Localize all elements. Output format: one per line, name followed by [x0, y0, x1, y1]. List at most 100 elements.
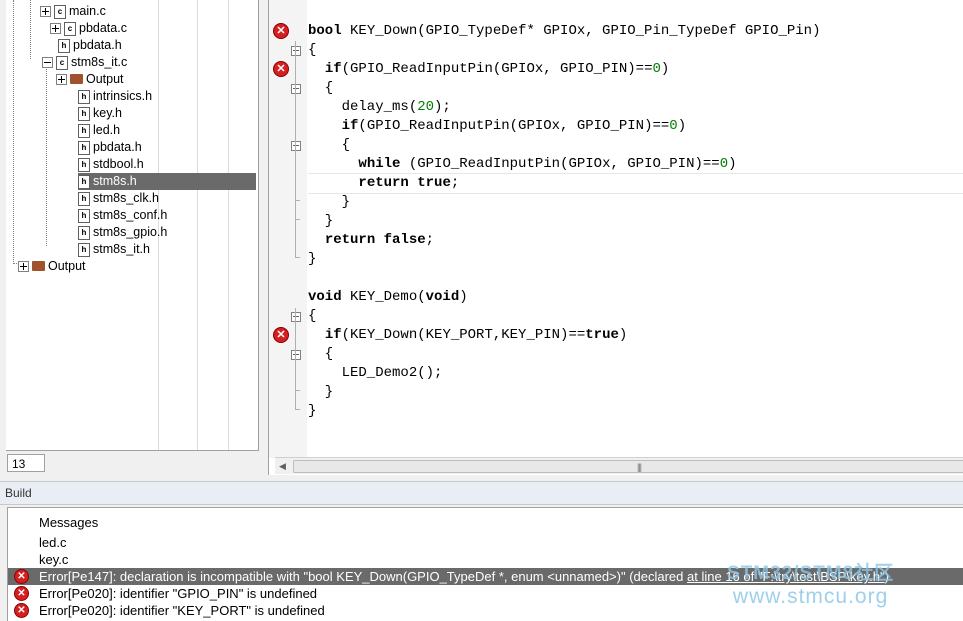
code-line[interactable]: return true; [308, 174, 459, 193]
fold-collapse-icon[interactable] [291, 84, 301, 94]
message-text: Error[Pe020]: identifier "KEY_PORT" is u… [39, 603, 325, 618]
code-line[interactable]: } [308, 250, 316, 269]
build-title: Build [5, 486, 32, 500]
line-number-box: 13 [7, 454, 45, 472]
tree-item[interactable]: h stm8s_clk.h [78, 190, 159, 207]
tree-item-label: main.c [69, 4, 106, 18]
code-line[interactable]: if(GPIO_ReadInputPin(GPIOx, GPIO_PIN)==0… [308, 117, 686, 136]
code-line[interactable]: } [308, 193, 350, 212]
code-line[interactable]: { [308, 307, 316, 326]
tree-item[interactable]: Output [18, 258, 86, 275]
tree-item[interactable]: h led.h [78, 122, 120, 139]
tree-item[interactable]: h stm8s_gpio.h [78, 224, 167, 241]
tree-item-label: stm8s_it.h [93, 242, 150, 256]
tree-item-label: stm8s_conf.h [93, 208, 168, 222]
tree-item-label: stdbool.h [93, 157, 144, 171]
fold-collapse-icon[interactable] [291, 141, 301, 151]
collapse-minus-icon[interactable] [42, 57, 53, 69]
tree-item[interactable]: c stm8s_it.c [42, 54, 127, 71]
watermark-line1: STM32/STM8社区 [727, 563, 895, 584]
code-line[interactable]: } [308, 383, 333, 402]
fold-collapse-icon[interactable] [291, 350, 301, 360]
scrollbar-thumb[interactable]: ||| [293, 460, 963, 473]
expand-plus-icon[interactable] [56, 74, 67, 86]
tree-item-label: pbdata.h [73, 38, 122, 52]
editor-gutter: ✕ ✕ ✕ [269, 0, 307, 458]
tree-item[interactable]: h intrinsics.h [78, 88, 152, 105]
header-file-icon: h [78, 174, 90, 189]
fold-collapse-icon[interactable] [291, 312, 301, 322]
fold-guide-end [295, 390, 300, 391]
code-line[interactable]: } [308, 212, 333, 231]
build-title-bar [0, 481, 963, 505]
message-text: Error[Pe147]: declaration is incompatibl… [39, 569, 688, 584]
expand-plus-icon[interactable] [50, 23, 61, 35]
tree-item-label: stm8s_it.c [71, 55, 128, 69]
tree-item[interactable]: Output [56, 71, 124, 88]
code-line[interactable]: if(GPIO_ReadInputPin(GPIOx, GPIO_PIN)==0… [308, 60, 669, 79]
tree-item[interactable]: h stdbool.h [78, 156, 144, 173]
fold-guide-end [295, 219, 300, 220]
tree-item[interactable]: h pbdata.h [58, 37, 122, 54]
tree-item-label: Output [48, 259, 86, 273]
fold-guide-end [295, 257, 300, 258]
tree-item-label: stm8s_clk.h [93, 191, 159, 205]
code-line[interactable]: if(KEY_Down(KEY_PORT,KEY_PIN)==true) [308, 326, 627, 345]
tree-item[interactable]: h pbdata.h [78, 139, 142, 156]
code-line[interactable]: } [308, 402, 316, 421]
scroll-left-icon[interactable]: ◀ [279, 461, 286, 472]
header-file-icon: h [78, 106, 90, 121]
tree-item[interactable]: h stm8s_it.h [78, 241, 150, 258]
tree-item[interactable]: c pbdata.c [50, 20, 127, 37]
message-text: key.c [39, 552, 69, 567]
error-marker-icon[interactable]: ✕ [273, 23, 289, 39]
tree-item-label: led.h [93, 123, 121, 137]
header-file-icon: h [78, 242, 90, 257]
fold-collapse-icon[interactable] [291, 46, 301, 56]
error-icon: ✕ [14, 569, 29, 584]
expand-plus-icon[interactable] [18, 261, 29, 273]
error-icon: ✕ [14, 586, 29, 601]
header-file-icon: h [78, 225, 90, 240]
horizontal-scrollbar[interactable]: ◀ ||| [275, 457, 963, 474]
error-marker-icon[interactable]: ✕ [273, 61, 289, 77]
header-file-icon: h [78, 157, 90, 172]
code-editor[interactable]: ✕ ✕ ✕ bool KEY_Down(GPIO_TypeDef* GPIOx, G… [268, 0, 963, 475]
c-file-icon: c [64, 21, 76, 36]
code-line[interactable]: void KEY_Demo(void) [308, 288, 468, 307]
c-file-icon: c [54, 4, 66, 19]
workspace-tree[interactable]: c main.c c pbdata.c h pbdata.h c stm8s_it.c Outp… [6, 0, 259, 451]
watermark: STM32/STM8社区 www.stmcu.org [727, 558, 894, 609]
folder-icon [32, 260, 45, 271]
tree-item-label: pbdata.c [79, 21, 127, 35]
message-text: led.c [39, 535, 67, 550]
tree-item-label: pbdata.h [93, 140, 142, 154]
message-text: Error[Pe020]: identifier "GPIO_PIN" is u… [39, 586, 318, 601]
code-line[interactable]: bool KEY_Down(GPIO_TypeDef* GPIOx, GPIO_… [308, 22, 821, 41]
code-line[interactable]: { [308, 41, 316, 60]
tree-item[interactable]: h stm8s_conf.h [78, 207, 167, 224]
code-line[interactable]: { [308, 345, 333, 364]
header-file-icon: h [58, 38, 70, 53]
tree-item-label: Output [86, 72, 124, 86]
expand-plus-icon[interactable] [40, 6, 51, 18]
tree-item[interactable]: h stm8s.h [78, 173, 256, 190]
message-row[interactable]: led.c [8, 534, 963, 551]
code-line[interactable]: delay_ms(20); [308, 98, 451, 117]
tree-item[interactable]: c main.c [40, 3, 106, 20]
watermark-line2: www.stmcu.org [732, 585, 889, 608]
fold-guide-end [295, 200, 300, 201]
code-line[interactable]: LED_Demo2(); [308, 364, 443, 383]
tree-item-label: stm8s.h [93, 174, 137, 188]
tree-item-label: key.h [93, 106, 122, 120]
error-marker-icon[interactable]: ✕ [273, 327, 289, 343]
tree-item-label: intrinsics.h [93, 89, 153, 103]
code-line[interactable]: { [308, 79, 333, 98]
code-line[interactable]: while (GPIO_ReadInputPin(GPIOx, GPIO_PIN… [308, 155, 736, 174]
code-line[interactable]: { [308, 136, 350, 155]
header-file-icon: h [78, 89, 90, 104]
code-line[interactable]: return false; [308, 231, 434, 250]
messages-column-header[interactable]: Messages [39, 515, 98, 530]
tree-item[interactable]: h key.h [78, 105, 122, 122]
header-file-icon: h [78, 123, 90, 138]
